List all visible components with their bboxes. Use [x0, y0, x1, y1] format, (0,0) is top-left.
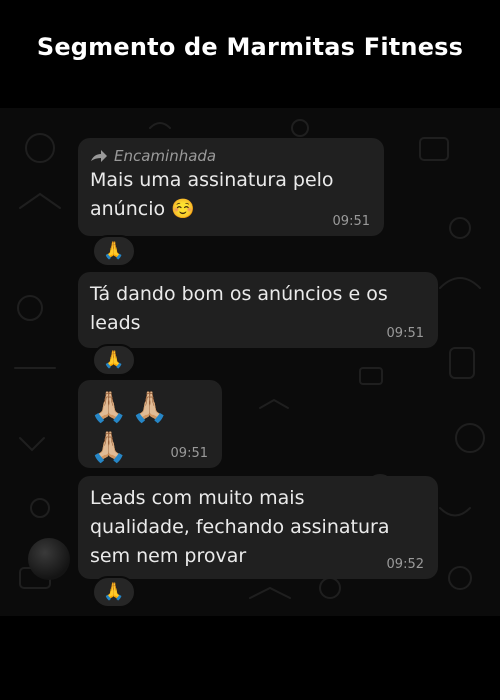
- forwarded-label: Encaminhada: [90, 146, 372, 166]
- reaction-badge[interactable]: 🙏: [92, 576, 136, 608]
- message-time: 09:51: [386, 326, 424, 341]
- reaction-badge[interactable]: 🙏: [92, 235, 136, 267]
- header: Segmento de Marmitas Fitness: [0, 0, 500, 108]
- page-title: Segmento de Marmitas Fitness: [36, 33, 464, 61]
- message-text: Mais uma assinatura pelo anúncio ☺️: [90, 169, 334, 220]
- message-time: 09:51: [170, 446, 208, 461]
- message-time: 09:52: [386, 557, 424, 572]
- message-text: Tá dando bom os anúncios e os leads: [90, 283, 388, 334]
- message-bubble[interactable]: Encaminhada Mais uma assinatura pelo anú…: [78, 138, 384, 236]
- avatar[interactable]: [28, 538, 70, 580]
- message-bubble[interactable]: Tá dando bom os anúncios e os leads 09:5…: [78, 272, 438, 348]
- footer: [0, 616, 500, 700]
- chat-area[interactable]: Encaminhada Mais uma assinatura pelo anú…: [0, 108, 500, 616]
- message-bubble[interactable]: 🙏🏼🙏🏼🙏🏼 09:51: [78, 380, 222, 468]
- message-text: Leads com muito mais qualidade, fechando…: [90, 487, 390, 567]
- reaction-badge[interactable]: 🙏: [92, 344, 136, 376]
- forward-arrow-icon: [91, 150, 107, 162]
- message-bubble[interactable]: Leads com muito mais qualidade, fechando…: [78, 476, 438, 579]
- message-time: 09:51: [332, 214, 370, 229]
